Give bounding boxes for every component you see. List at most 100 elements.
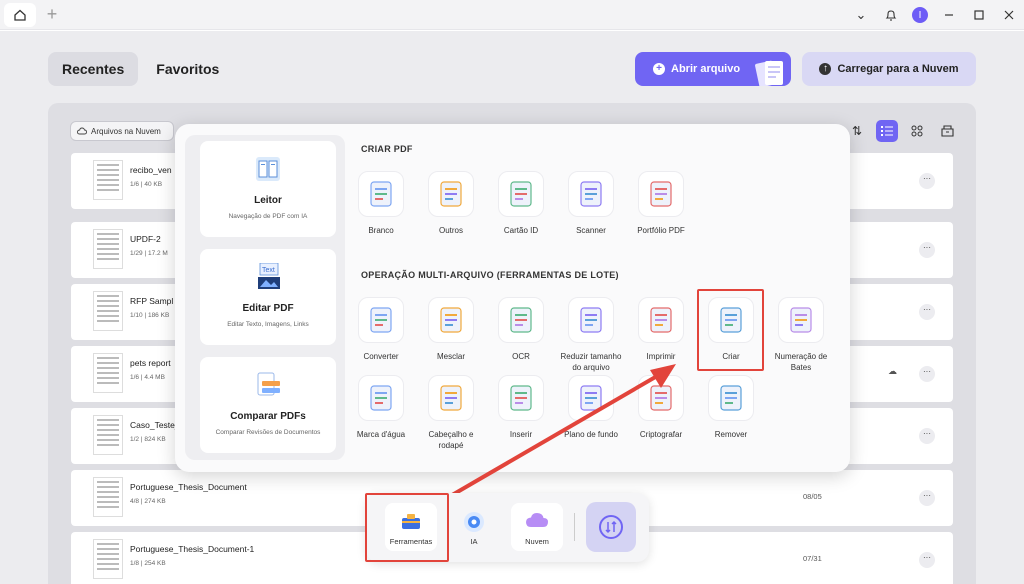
- header-footer-item[interactable]: Cabeçalho e rodapé: [416, 375, 486, 451]
- cloud-icon: [77, 127, 87, 135]
- criar-highlight: [697, 289, 764, 371]
- header-footer-label: Cabeçalho e rodapé: [428, 430, 474, 450]
- dock-sort-button[interactable]: [586, 502, 636, 552]
- more-options-icon[interactable]: ···: [919, 428, 935, 444]
- open-file-button[interactable]: + Abrir arquivo: [635, 52, 791, 86]
- edit-pdf-icon: Text: [258, 263, 280, 289]
- cloud-files-filter[interactable]: Arquivos na Nuvem: [70, 121, 174, 141]
- blank-item[interactable]: Branco: [346, 171, 416, 236]
- encrypt-label: Criptografar: [639, 430, 683, 439]
- more-options-icon[interactable]: ···: [919, 242, 935, 258]
- id-card-icon: [498, 171, 544, 217]
- file-meta: 1/29 | 17.2 M: [130, 250, 168, 257]
- new-tab-button[interactable]: +: [44, 5, 60, 23]
- more-options-icon[interactable]: ···: [919, 490, 935, 506]
- file-name: UPDF-2: [130, 234, 161, 244]
- batch-section-title: OPERAÇÃO MULTI-ARQUIVO (FERRAMENTAS DE L…: [361, 270, 619, 280]
- remove-label: Remover: [714, 430, 748, 439]
- upload-cloud-label: Carregar para a Nuvem: [837, 63, 959, 75]
- compress-item[interactable]: Reduzir tamanho do arquivo: [556, 297, 626, 373]
- compare-title: Comparar PDFs: [230, 411, 306, 422]
- convert-item[interactable]: Converter: [346, 297, 416, 362]
- dock-cloud-button[interactable]: Nuvem: [511, 503, 563, 551]
- print-icon: [638, 297, 684, 343]
- cloud-icon: [526, 513, 548, 527]
- file-thumbnail: [93, 291, 123, 331]
- file-meta: 4/8 | 274 KB: [130, 498, 166, 505]
- create-pdf-section-title: CRIAR PDF: [361, 144, 413, 154]
- portfolio-label: Portfólio PDF: [637, 226, 685, 235]
- background-icon: [568, 375, 614, 421]
- file-name: pets report: [130, 358, 171, 368]
- print-item[interactable]: Imprimir: [626, 297, 696, 362]
- convert-label: Converter: [363, 352, 399, 361]
- more-options-icon[interactable]: ···: [919, 173, 935, 189]
- home-tab[interactable]: [4, 3, 36, 27]
- main-tools-column: Leitor Navegação de PDF com IA Text Edit…: [185, 135, 345, 460]
- more-options-icon[interactable]: ···: [919, 304, 935, 320]
- reader-tool-card[interactable]: Leitor Navegação de PDF com IA: [200, 141, 336, 237]
- ocr-icon: [498, 297, 544, 343]
- bates-item[interactable]: Numeração de Bates: [766, 297, 836, 373]
- bates-label: Numeração de Bates: [774, 352, 828, 372]
- home-icon: [14, 9, 26, 21]
- dock-ai-button[interactable]: IA: [448, 503, 500, 551]
- tab-recent[interactable]: Recentes: [48, 52, 139, 86]
- avatar[interactable]: I: [912, 7, 928, 23]
- upload-icon: ↑: [819, 63, 832, 75]
- more-options-icon[interactable]: ···: [919, 366, 935, 382]
- bell-icon[interactable]: [876, 0, 906, 30]
- file-thumbnail: [93, 539, 123, 579]
- minimize-icon[interactable]: [934, 0, 964, 30]
- insert-icon: [498, 375, 544, 421]
- tab-favorites[interactable]: Favoritos: [142, 52, 233, 86]
- others-label: Outros: [438, 226, 463, 235]
- file-thumbnail: [93, 229, 123, 269]
- compare-tool-card[interactable]: Comparar PDFs Comparar Revisões de Docum…: [200, 357, 336, 453]
- others-item[interactable]: Outros: [416, 171, 486, 236]
- plus-circle-icon: +: [653, 63, 665, 75]
- scanner-label: Scanner: [576, 226, 606, 235]
- close-icon[interactable]: [994, 0, 1024, 30]
- list-view-icon[interactable]: [876, 120, 898, 142]
- others-icon: [428, 171, 474, 217]
- file-meta: 1/10 | 186 KB: [130, 312, 170, 319]
- storage-icon[interactable]: [936, 120, 958, 142]
- maximize-icon[interactable]: [964, 0, 994, 30]
- file-thumbnail: [93, 160, 123, 200]
- remove-icon: [708, 375, 754, 421]
- svg-text:Text: Text: [262, 267, 275, 274]
- reader-desc: Navegação de PDF com IA: [228, 213, 308, 220]
- reader-icon: [256, 157, 280, 181]
- edit-pdf-tool-card[interactable]: Text Editar PDF Editar Texto, Imagens, L…: [200, 249, 336, 345]
- remove-item[interactable]: Remover: [696, 375, 766, 440]
- chevron-down-icon[interactable]: ⌄: [846, 0, 876, 30]
- encrypt-item[interactable]: Criptografar: [626, 375, 696, 440]
- id-card-item[interactable]: Cartão ID: [486, 171, 556, 236]
- bates-icon: [778, 297, 824, 343]
- portfolio-item[interactable]: Portfólio PDF: [626, 171, 696, 236]
- more-options-icon[interactable]: ···: [919, 552, 935, 568]
- grid-view-icon[interactable]: [906, 120, 928, 142]
- dock-ai-label: IA: [470, 537, 478, 546]
- compare-icon: [257, 372, 280, 396]
- insert-item[interactable]: Inserir: [486, 375, 556, 440]
- files-decoration-icon: [755, 60, 783, 86]
- file-thumbnail: [93, 415, 123, 455]
- ferramentas-highlight: [365, 493, 449, 562]
- merge-item[interactable]: Mesclar: [416, 297, 486, 362]
- ocr-item[interactable]: OCR: [486, 297, 556, 362]
- file-meta: 1/2 | 824 KB: [130, 436, 166, 443]
- ai-icon: [464, 512, 484, 532]
- cloud-icon: ☁: [888, 366, 897, 376]
- cloud-files-label: Arquivos na Nuvem: [91, 126, 161, 136]
- compress-label: Reduzir tamanho do arquivo: [560, 352, 622, 372]
- upload-cloud-button[interactable]: ↑ Carregar para a Nuvem: [802, 52, 976, 86]
- encrypt-icon: [638, 375, 684, 421]
- watermark-item[interactable]: Marca d'água: [346, 375, 416, 440]
- ocr-label: OCR: [512, 352, 530, 361]
- watermark-icon: [358, 375, 404, 421]
- background-item[interactable]: Plano de fundo: [556, 375, 626, 440]
- file-meta: 1/6 | 4.4 MB: [130, 374, 165, 381]
- scanner-item[interactable]: Scanner: [556, 171, 626, 236]
